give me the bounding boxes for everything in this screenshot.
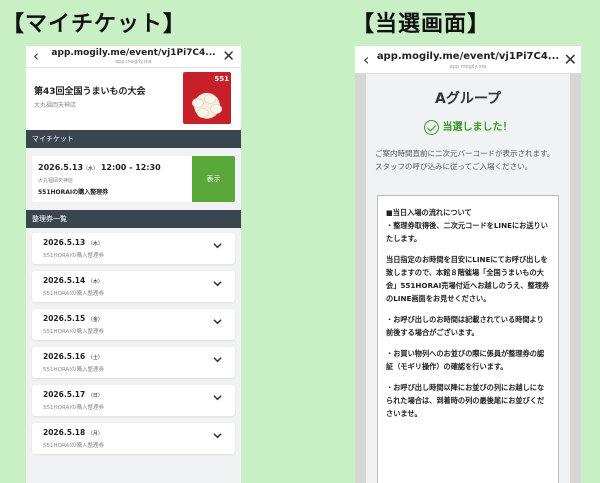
event-image-logo: 551 [214, 75, 229, 83]
chevron-down-icon[interactable] [213, 279, 222, 288]
ticket-item[interactable]: 2026.5.16 （土） 551HORAIの購入整理券 [32, 347, 235, 378]
check-circle-icon [423, 119, 439, 135]
ticket-kind: 551HORAIの購入整理券 [43, 367, 104, 373]
event-name: 第43回全国うまいもの大会 [34, 87, 146, 97]
my-ticket-date: 2026.5.13（水） 12:00 - 12:30 [38, 163, 161, 172]
ticket-list-header: 整理券一覧 [26, 210, 241, 228]
my-ticket-place: 大丸福岡天神店 [38, 178, 74, 184]
flow-item: ・お買い物列へのお並びの際に係員が整理券の認証（モギリ操作）の確認を行います。 [386, 349, 545, 371]
ticket-kind: 551HORAIの購入整理券 [43, 443, 104, 449]
ticket-kind: 551HORAIの購入整理券 [43, 329, 104, 335]
flow-item: ・整理券取得後、二次元コードをLINEにお送りいたします。 [386, 221, 548, 243]
win-status-text: 当選しました！ [442, 122, 513, 133]
ticket-kind: 551HORAIの購入整理券 [43, 253, 104, 259]
ticket-date: 2026.5.16 （土） [43, 352, 103, 361]
ticket-item[interactable]: 2026.5.15 （金） 551HORAIの購入整理券 [32, 309, 235, 340]
bun-illustration [204, 94, 216, 104]
event-header: 第43回全国うまいもの大会 大丸福岡天神店 551 [26, 68, 241, 130]
ticket-date: 2026.5.14 （木） [43, 276, 103, 285]
event-place: 大丸福岡天神店 [34, 102, 77, 109]
flow-item: ・お呼び出し時間以降にお並びの列にお越しになられた場合は、到着時の列の最後尾にお… [386, 383, 545, 418]
url-domain: app.mogily.me [115, 59, 152, 65]
chevron-down-icon[interactable] [213, 393, 222, 402]
label-my-ticket: 【マイチケット】 [2, 12, 187, 37]
flow-title: ■当日入場の流れについて [386, 208, 472, 217]
my-ticket-screen: ‹ app.mogily.me/event/vj1Pi7C4... app.mo… [26, 46, 241, 483]
ticket-date: 2026.5.18 （月） [43, 428, 103, 437]
side-margin [570, 74, 581, 483]
chevron-down-icon[interactable] [213, 431, 222, 440]
event-image: 551 [183, 72, 231, 124]
ticket-kind: 551HORAIの購入整理券 [43, 405, 104, 411]
ticket-date: 2026.5.13 （水） [43, 238, 103, 247]
browser-url-bar: ‹ app.mogily.me/event/vj1Pi7C4... app.mo… [26, 46, 241, 68]
bun-illustration [192, 98, 204, 108]
ticket-item[interactable]: 2026.5.18 （月） 551HORAIの購入整理券 [32, 423, 235, 454]
ticket-date: 2026.5.17 （日） [43, 390, 103, 399]
ticket-item[interactable]: 2026.5.13 （水） 551HORAIの購入整理券 [32, 233, 235, 264]
url-domain: app.mogily.me [449, 64, 487, 70]
my-ticket-kind: 551HORAIの購入整理券 [38, 189, 109, 196]
win-status: 当選しました！ [366, 118, 570, 135]
bun-illustration [197, 108, 209, 118]
win-content: Aグループ 当選しました！ ご案内時間直前に二次元バーコードが表示されます。スタ… [366, 74, 570, 483]
my-ticket-card[interactable]: 2026.5.13（水） 12:00 - 12:30 大丸福岡天神店 551HO… [32, 156, 235, 202]
close-icon[interactable]: ✕ [222, 47, 235, 65]
flow-item: 当日指定のお時間を目安にLINEにてお呼び出しを致しますので、本館８階催場「全国… [386, 255, 550, 303]
chevron-down-icon[interactable] [213, 241, 222, 250]
browser-url-bar: ‹ app.mogily.me/event/vj1Pi7C4... app.mo… [355, 46, 581, 74]
ticket-list: 2026.5.13 （水） 551HORAIの購入整理券 2026.5.14 （… [26, 228, 241, 454]
group-title: Aグループ [435, 91, 501, 107]
chevron-down-icon[interactable] [213, 355, 222, 364]
ticket-item[interactable]: 2026.5.14 （木） 551HORAIの購入整理券 [32, 271, 235, 302]
my-ticket-header: マイチケット [26, 130, 241, 148]
show-ticket-button[interactable]: 表示 [192, 156, 235, 202]
flow-item: ・お呼び出しのお時間は記載されている時間より前後する場合がございます。 [386, 315, 544, 337]
chevron-down-icon[interactable] [213, 317, 222, 326]
ticket-item[interactable]: 2026.5.17 （日） 551HORAIの購入整理券 [32, 385, 235, 416]
bun-illustration [210, 104, 222, 114]
win-screen: ‹ app.mogily.me/event/vj1Pi7C4... app.mo… [355, 46, 581, 483]
ticket-date: 2026.5.15 （金） [43, 314, 103, 323]
side-margin [355, 74, 366, 483]
url-text: app.mogily.me/event/vj1Pi7C4... [376, 51, 560, 62]
url-text: app.mogily.me/event/vj1Pi7C4... [51, 48, 216, 58]
entry-flow-box: ■当日入場の流れについて ・整理券取得後、二次元コードをLINEにお送りいたしま… [377, 195, 559, 483]
close-icon[interactable]: ✕ [564, 50, 577, 69]
ticket-kind: 551HORAIの購入整理券 [43, 291, 104, 297]
label-win-screen: 【当選画面】 [352, 12, 491, 37]
entry-notice: ご案内時間直前に二次元バーコードが表示されます。スタッフの呼び込みに従ってご入場… [375, 149, 555, 171]
